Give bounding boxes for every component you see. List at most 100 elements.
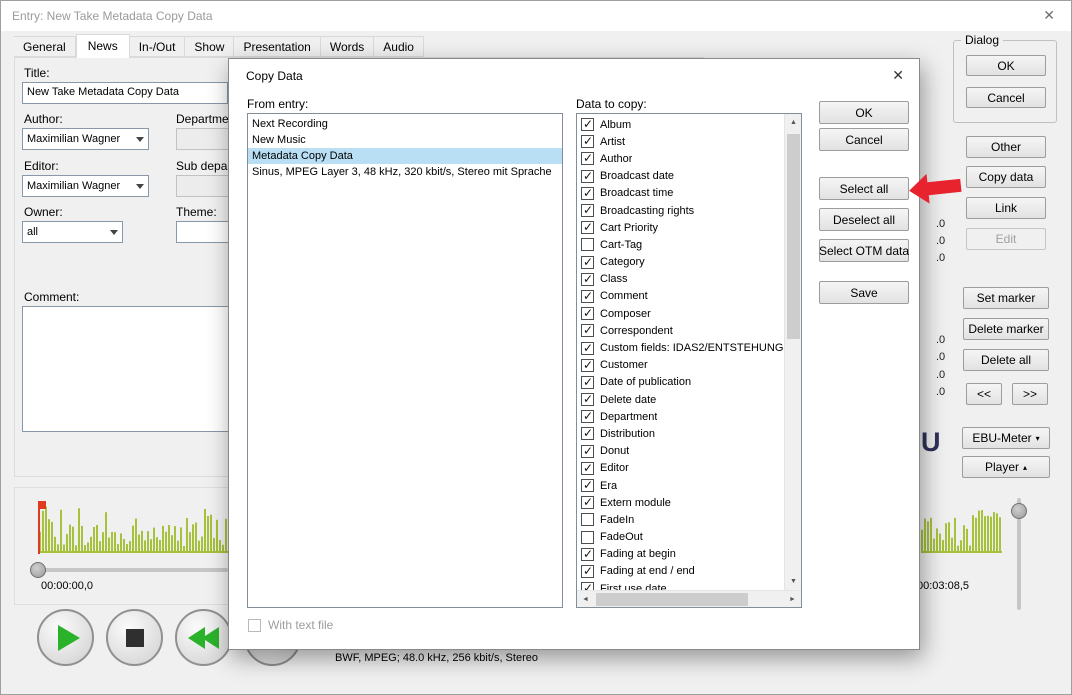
checkbox-row[interactable]: ✓ Broadcast date xyxy=(577,168,784,185)
copy-cancel-button[interactable]: Cancel xyxy=(819,128,909,151)
checkbox-row[interactable]: ✓ Customer xyxy=(577,357,784,374)
copy-data-button[interactable]: Copy data xyxy=(966,166,1046,188)
select-all-button[interactable]: Select all xyxy=(819,177,909,200)
field-checkbox[interactable]: ✓ xyxy=(581,359,594,372)
author-combo-arrow[interactable] xyxy=(131,129,148,149)
checkbox-row[interactable]: ✓ First use date xyxy=(577,580,784,590)
field-checkbox[interactable]: ✓ xyxy=(581,479,594,492)
scroll-left-icon[interactable]: ◄ xyxy=(577,591,594,608)
from-entry-item[interactable]: Sinus, MPEG Layer 3, 48 kHz, 320 kbit/s,… xyxy=(248,164,562,180)
save-button[interactable]: Save xyxy=(819,281,909,304)
comment-textarea[interactable] xyxy=(22,306,231,432)
field-checkbox[interactable]: ✓ xyxy=(581,445,594,458)
field-checkbox[interactable]: ✓ xyxy=(581,238,594,251)
field-checkbox[interactable]: ✓ xyxy=(581,118,594,131)
field-checkbox[interactable]: ✓ xyxy=(581,342,594,355)
next-button[interactable]: >> xyxy=(1012,383,1048,405)
dialog-ok-button[interactable]: OK xyxy=(966,55,1046,76)
checkbox-row[interactable]: ✓ Date of publication xyxy=(577,374,784,391)
checkbox-row[interactable]: ✓ Cart Priority xyxy=(577,219,784,236)
checkbox-row[interactable]: ✓ FadeIn xyxy=(577,511,784,528)
scroll-down-icon[interactable]: ▼ xyxy=(785,573,802,590)
checkbox-row[interactable]: ✓ Correspondent xyxy=(577,322,784,339)
checkbox-row[interactable]: ✓ Editor xyxy=(577,460,784,477)
seek-slider-track[interactable] xyxy=(30,568,228,572)
checkbox-row[interactable]: ✓ Department xyxy=(577,408,784,425)
checkbox-row[interactable]: ✓ Custom fields: IDAS2/ENTSTEHUNGSA xyxy=(577,339,784,356)
author-combo[interactable]: Maximilian Wagner xyxy=(22,128,149,150)
checkbox-row[interactable]: ✓ Extern module xyxy=(577,494,784,511)
tab[interactable]: Presentation xyxy=(234,36,320,57)
copy-ok-button[interactable]: OK xyxy=(819,101,909,124)
field-checkbox[interactable]: ✓ xyxy=(581,513,594,526)
scroll-up-icon[interactable]: ▲ xyxy=(785,114,802,131)
owner-combo-arrow[interactable] xyxy=(105,222,122,242)
owner-combo[interactable]: all xyxy=(22,221,123,243)
with-text-file-checkbox[interactable] xyxy=(248,619,261,632)
field-checkbox[interactable]: ✓ xyxy=(581,152,594,165)
field-checkbox[interactable]: ✓ xyxy=(581,582,594,590)
set-marker-button[interactable]: Set marker xyxy=(963,287,1049,309)
field-checkbox[interactable]: ✓ xyxy=(581,135,594,148)
checkbox-row[interactable]: ✓ Broadcast time xyxy=(577,185,784,202)
link-button[interactable]: Link xyxy=(966,197,1046,219)
scroll-right-icon[interactable]: ► xyxy=(784,591,801,608)
from-entry-list[interactable]: Next Recording New Music Metadata Copy D… xyxy=(247,113,563,608)
checkbox-row[interactable]: ✓ Comment xyxy=(577,288,784,305)
seek-slider-thumb[interactable] xyxy=(30,562,46,578)
player-button[interactable]: Player ▴ xyxy=(962,456,1050,478)
stop-button[interactable] xyxy=(106,609,163,666)
checkbox-row[interactable]: ✓ Fading at end / end xyxy=(577,563,784,580)
field-checkbox[interactable]: ✓ xyxy=(581,256,594,269)
ebu-meter-button[interactable]: EBU-Meter ▾ xyxy=(962,427,1050,449)
window-close-icon[interactable]: ✕ xyxy=(1043,7,1055,24)
field-checkbox[interactable]: ✓ xyxy=(581,548,594,561)
checkbox-row[interactable]: ✓ Broadcasting rights xyxy=(577,202,784,219)
field-checkbox[interactable]: ✓ xyxy=(581,531,594,544)
tab[interactable]: News xyxy=(76,34,130,58)
horizontal-scrollbar[interactable]: ◄ ► xyxy=(577,590,801,607)
tab[interactable]: General xyxy=(14,36,76,57)
tab[interactable]: In-/Out xyxy=(130,36,186,57)
field-checkbox[interactable]: ✓ xyxy=(581,221,594,234)
field-checkbox[interactable]: ✓ xyxy=(581,187,594,200)
delete-all-button[interactable]: Delete all xyxy=(963,349,1049,371)
field-checkbox[interactable]: ✓ xyxy=(581,290,594,303)
field-checkbox[interactable]: ✓ xyxy=(581,565,594,578)
field-checkbox[interactable]: ✓ xyxy=(581,427,594,440)
deselect-all-button[interactable]: Deselect all xyxy=(819,208,909,231)
horizontal-scroll-thumb[interactable] xyxy=(596,593,748,606)
vertical-scroll-thumb[interactable] xyxy=(787,134,800,339)
checkbox-row[interactable]: ✓ Category xyxy=(577,254,784,271)
editor-combo[interactable]: Maximilian Wagner xyxy=(22,175,149,197)
field-checkbox[interactable]: ✓ xyxy=(581,273,594,286)
checkbox-row[interactable]: ✓ FadeOut xyxy=(577,529,784,546)
field-checkbox[interactable]: ✓ xyxy=(581,462,594,475)
field-checkbox[interactable]: ✓ xyxy=(581,307,594,320)
tab[interactable]: Words xyxy=(321,36,374,57)
checkbox-list[interactable]: ✓ Album ✓ Artist ✓ Author ✓ Broadcast da… xyxy=(577,114,784,590)
play-button[interactable] xyxy=(37,609,94,666)
checkbox-row[interactable]: ✓ Era xyxy=(577,477,784,494)
checkbox-row[interactable]: ✓ Cart-Tag xyxy=(577,236,784,253)
checkbox-row[interactable]: ✓ Fading at begin xyxy=(577,546,784,563)
vertical-scrollbar[interactable]: ▲ ▼ xyxy=(784,114,801,590)
checkbox-row[interactable]: ✓ Delete date xyxy=(577,391,784,408)
field-checkbox[interactable]: ✓ xyxy=(581,496,594,509)
checkbox-row[interactable]: ✓ Album xyxy=(577,116,784,133)
tab[interactable]: Show xyxy=(185,36,234,57)
checkbox-row[interactable]: ✓ Artist xyxy=(577,133,784,150)
rewind-button[interactable] xyxy=(175,609,232,666)
field-checkbox[interactable]: ✓ xyxy=(581,324,594,337)
checkbox-row[interactable]: ✓ Distribution xyxy=(577,425,784,442)
copy-dialog-close-icon[interactable]: ✕ xyxy=(892,67,904,84)
from-entry-item[interactable]: Metadata Copy Data xyxy=(248,148,562,164)
checkbox-row[interactable]: ✓ Composer xyxy=(577,305,784,322)
volume-slider-thumb[interactable] xyxy=(1011,503,1027,519)
checkbox-row[interactable]: ✓ Author xyxy=(577,150,784,167)
checkbox-row[interactable]: ✓ Donut xyxy=(577,443,784,460)
dialog-cancel-button[interactable]: Cancel xyxy=(966,87,1046,108)
tab[interactable]: Audio xyxy=(374,36,424,57)
field-checkbox[interactable]: ✓ xyxy=(581,393,594,406)
field-checkbox[interactable]: ✓ xyxy=(581,204,594,217)
